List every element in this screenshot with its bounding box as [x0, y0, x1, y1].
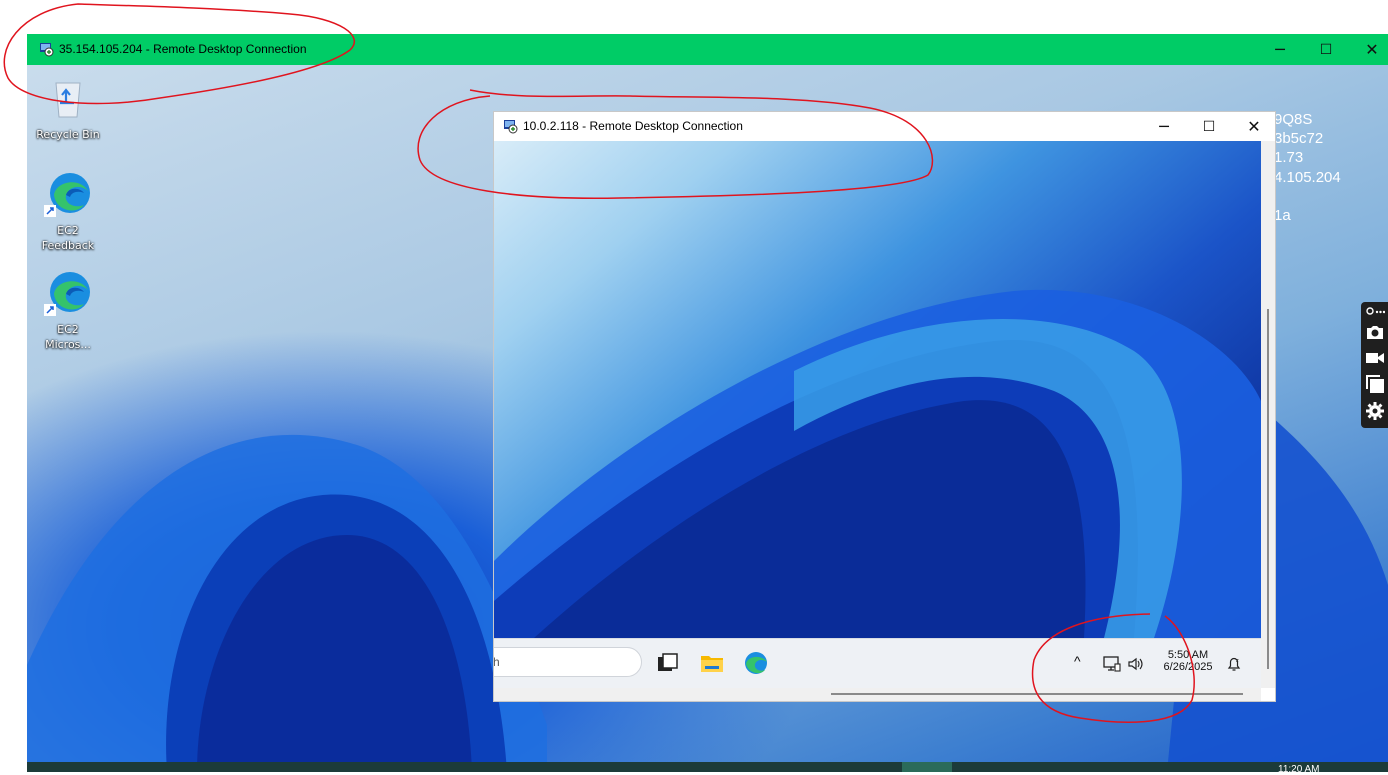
- desktop-icon-label: Recycle Bin: [36, 128, 100, 141]
- bginfo-text: 3b5c72: [1274, 130, 1324, 147]
- volume-icon[interactable]: [1127, 655, 1145, 673]
- outer-minimize-button[interactable]: ─: [1257, 34, 1303, 65]
- tray-time: 5:50 AM: [1167, 649, 1209, 661]
- inner-taskbar: h ^ 5:50 AM 6/26/2025 z: [494, 638, 1261, 689]
- inner-window-title: 10.0.2.118 - Remote Desktop Connection: [523, 119, 743, 133]
- windows-capture-icon[interactable]: [1365, 374, 1385, 394]
- inner-desktop: [494, 141, 1261, 638]
- settings-gear-icon[interactable]: [1365, 401, 1385, 421]
- camera-icon[interactable]: [1365, 322, 1385, 342]
- notification-bell-icon[interactable]: z: [1225, 655, 1243, 673]
- video-record-icon[interactable]: [1365, 348, 1385, 368]
- vertical-scrollbar[interactable]: [1261, 141, 1275, 688]
- bginfo-text: 1.73: [1274, 149, 1304, 166]
- vertical-scroll-thumb[interactable]: [1267, 309, 1269, 669]
- wallpaper-bloom: [494, 289, 1261, 638]
- inner-close-button[interactable]: ✕: [1231, 112, 1275, 141]
- desktop-icon-ec2-feedback[interactable]: EC2 Feedback: [29, 169, 107, 253]
- bginfo-text: 1a: [1274, 207, 1291, 224]
- recycle-bin-icon: [55, 82, 81, 118]
- tray-date: 6/26/2025: [1163, 661, 1213, 673]
- rdp-app-icon: [40, 43, 54, 57]
- inner-title-bar[interactable]: 10.0.2.118 - Remote Desktop Connection ─…: [494, 112, 1275, 141]
- horizontal-scrollbar[interactable]: [494, 688, 1261, 701]
- desktop-icon-recycle-bin[interactable]: Recycle Bin: [29, 73, 107, 142]
- capture-toolbar: [1361, 302, 1388, 428]
- desktop-icon-label-line2: Micros...: [45, 338, 91, 351]
- desktop-icon-label-line1: EC2: [57, 323, 79, 336]
- tray-clock[interactable]: 5:50 AM 6/26/2025: [1158, 649, 1218, 673]
- outer-window-title: 35.154.105.204 - Remote Desktop Connecti…: [59, 42, 307, 56]
- edge-shortcut-icon: [44, 173, 90, 217]
- pin-more-icon[interactable]: [1365, 304, 1385, 318]
- task-view-icon[interactable]: [656, 651, 680, 675]
- horizontal-scroll-thumb[interactable]: [831, 693, 1243, 695]
- background-strip: [0, 34, 27, 772]
- bginfo-text: 9Q8S: [1274, 111, 1313, 128]
- file-explorer-icon[interactable]: [700, 651, 724, 675]
- edge-browser-icon[interactable]: [744, 651, 768, 675]
- tray-overflow-chevron[interactable]: ^: [1074, 653, 1081, 669]
- outer-title-bar[interactable]: 35.154.105.204 - Remote Desktop Connecti…: [27, 34, 1388, 65]
- rdp-app-icon: [504, 120, 518, 134]
- edge-shortcut-icon: [44, 272, 90, 316]
- inner-rdp-window: 10.0.2.118 - Remote Desktop Connection ─…: [493, 111, 1276, 702]
- inner-maximize-button[interactable]: ☐: [1186, 112, 1232, 141]
- host-clock: 11:20 AM: [1278, 764, 1320, 775]
- svg-text:z: z: [1236, 658, 1239, 664]
- bginfo-text: 4.105.204: [1274, 169, 1341, 186]
- outer-close-button[interactable]: ✕: [1349, 34, 1388, 65]
- taskbar-search-input[interactable]: h: [494, 647, 642, 677]
- desktop-icon-label-line1: EC2: [57, 224, 79, 237]
- desktop-icon-label-line2: Feedback: [41, 239, 95, 252]
- outer-maximize-button[interactable]: ☐: [1303, 34, 1349, 65]
- inner-minimize-button[interactable]: ─: [1141, 112, 1187, 141]
- host-taskbar-active-app[interactable]: [902, 762, 952, 772]
- desktop-icon-ec2-microsoft[interactable]: EC2 Micros...: [29, 268, 107, 352]
- network-icon[interactable]: [1103, 655, 1121, 673]
- host-taskbar: [27, 762, 1388, 772]
